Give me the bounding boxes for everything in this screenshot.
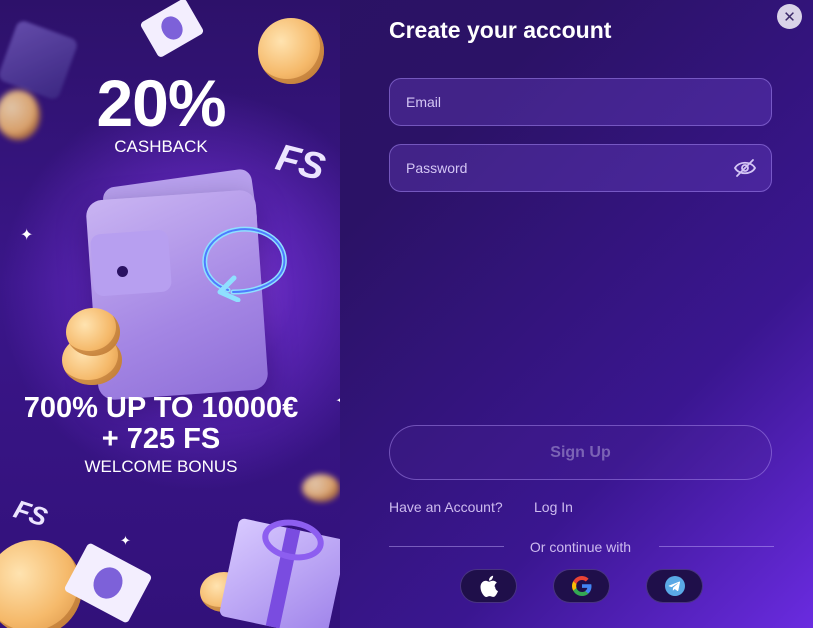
signup-form: Create your account Sign Up Have an Acco… xyxy=(389,0,774,628)
have-account-text: Have an Account? xyxy=(389,499,503,515)
banknote-decoration xyxy=(139,0,205,59)
sparkle-icon: ✦ xyxy=(120,533,131,548)
email-input[interactable] xyxy=(406,79,726,125)
cashback-percent: 20% xyxy=(96,66,226,140)
promo-panel: 20% CASHBACK FS ✦ ✦ ✦ 700% UP TO 10000€ … xyxy=(0,0,340,628)
email-field[interactable] xyxy=(389,78,772,126)
eye-off-icon[interactable] xyxy=(733,158,757,178)
page-title: Create your account xyxy=(389,17,612,43)
bonus-free-spins: + 725 FS xyxy=(101,423,221,455)
divider-right xyxy=(659,546,774,547)
telegram-icon xyxy=(664,576,685,596)
free-spins-badge: FS xyxy=(10,493,52,533)
bonus-amount: 700% UP TO 10000€ xyxy=(23,392,299,424)
google-login-button[interactable] xyxy=(553,569,610,603)
wallet-snap xyxy=(117,266,128,277)
refresh-arrow-icon xyxy=(202,226,287,302)
coin-decoration xyxy=(302,474,340,502)
sparkle-icon: ✦ xyxy=(335,394,340,410)
welcome-bonus-label: WELCOME BONUS xyxy=(84,457,238,476)
signup-button[interactable]: Sign Up xyxy=(389,425,772,480)
apple-login-button[interactable] xyxy=(460,569,517,603)
google-icon xyxy=(571,576,591,596)
close-icon: ✕ xyxy=(783,8,796,26)
coin-decoration xyxy=(66,308,120,356)
password-field[interactable] xyxy=(389,144,772,192)
cashback-label: CASHBACK xyxy=(114,137,208,156)
login-link[interactable]: Log In xyxy=(534,499,573,515)
apple-icon xyxy=(480,575,498,597)
telegram-login-button[interactable] xyxy=(646,569,703,603)
close-button[interactable]: ✕ xyxy=(777,4,802,29)
sparkle-icon: ✦ xyxy=(20,227,34,244)
banknote-decoration xyxy=(63,542,153,624)
wallet-flap xyxy=(89,229,173,297)
password-input[interactable] xyxy=(406,145,726,191)
continue-with-label: Or continue with xyxy=(529,539,632,555)
